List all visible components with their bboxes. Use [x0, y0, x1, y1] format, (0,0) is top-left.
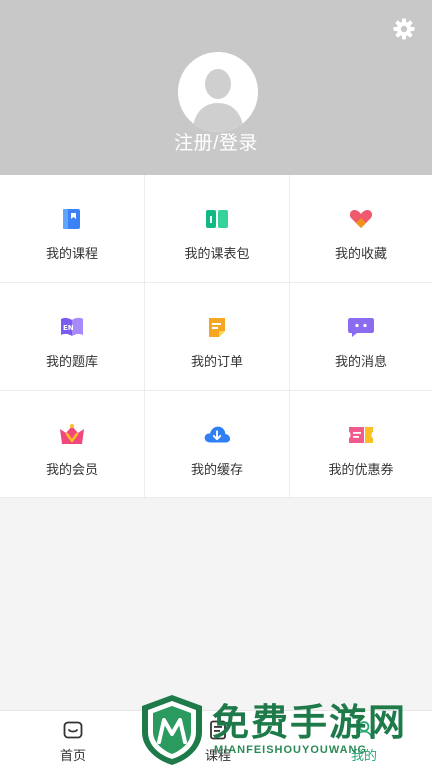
grid-item-label: 我的消息 — [334, 354, 387, 369]
watermark-logo-icon — [142, 695, 202, 765]
grid-item-label: 我的会员 — [45, 462, 98, 477]
login-register-link[interactable]: 注册/登录 — [0, 128, 432, 155]
notebook-icon — [58, 207, 86, 231]
grid-item-label: 我的题库 — [45, 354, 98, 369]
home-icon — [63, 721, 83, 739]
grid-item-label: 我的收藏 — [334, 246, 387, 261]
grid-item-my-orders[interactable]: 我的订单 — [145, 283, 290, 391]
grid-item-label: 我的订单 — [190, 354, 243, 369]
vip-crown-icon — [58, 423, 86, 447]
status-indicators-icon — [340, 0, 380, 4]
grid-item-my-favorites[interactable]: 我的收藏 — [290, 175, 432, 283]
grid-item-my-coupons[interactable]: 我的优惠券 — [290, 391, 432, 498]
svg-text:EN: EN — [63, 324, 74, 332]
en-book-icon: EN — [58, 315, 86, 339]
grid-item-label: 我的课程 — [45, 246, 98, 261]
cloud-download-icon — [203, 423, 231, 447]
grid-item-label: 我的课表包 — [184, 246, 250, 261]
coupon-icon — [347, 423, 375, 447]
grid-item-my-courses[interactable]: 我的课程 — [0, 175, 145, 283]
message-icon — [347, 315, 375, 339]
profile-header: 注册/登录 — [0, 0, 432, 175]
status-time-icon — [30, 0, 100, 4]
grid-item-my-cache[interactable]: 我的缓存 — [145, 391, 290, 498]
grid-item-my-membership[interactable]: 我的会员 — [0, 391, 145, 498]
grid-item-label: 我的缓存 — [190, 462, 243, 477]
grid-item-my-messages[interactable]: 我的消息 — [290, 283, 432, 391]
order-note-icon — [203, 315, 231, 339]
profile-page: 注册/登录 我的课程 我的课表包 我的收藏 EN 我的题库 我的订单 我的消息 … — [0, 0, 432, 768]
status-bar — [0, 0, 432, 8]
watermark-title: 免费手游网 — [212, 701, 407, 744]
feature-grid: 我的课程 我的课表包 我的收藏 EN 我的题库 我的订单 我的消息 我的会员 我… — [0, 175, 432, 498]
grid-item-my-question-bank[interactable]: EN 我的题库 — [0, 283, 145, 391]
grid-item-label: 我的优惠券 — [328, 462, 394, 477]
tab-label: 首页 — [59, 748, 86, 763]
book-open-icon — [203, 207, 231, 231]
watermark-subtitle: MIANFEISHOUYOUWANG — [214, 744, 368, 756]
tab-home[interactable]: 首页 — [43, 719, 103, 764]
user-silhouette-icon — [178, 52, 258, 132]
heart-icon — [347, 207, 375, 231]
grid-item-my-schedule-package[interactable]: 我的课表包 — [145, 175, 290, 283]
settings-gear-icon[interactable] — [391, 16, 417, 42]
avatar[interactable] — [178, 52, 258, 132]
